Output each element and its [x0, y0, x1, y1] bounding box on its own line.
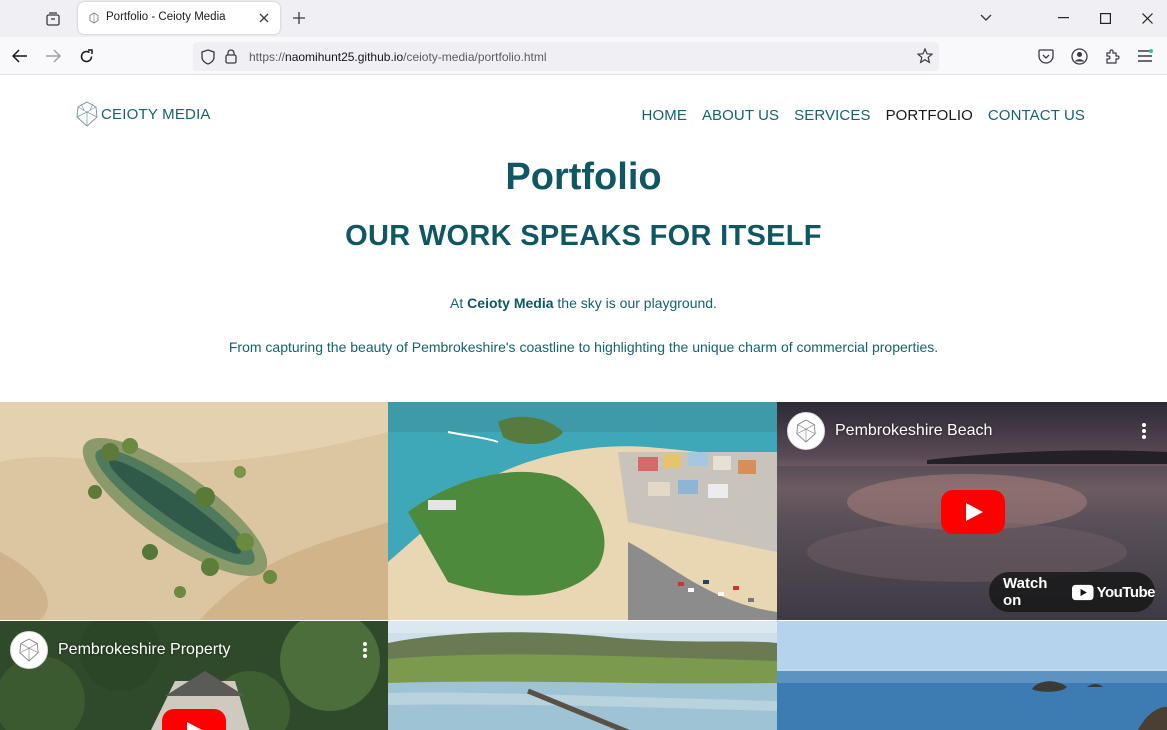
intro-brand: Ceioty Media: [467, 295, 554, 311]
channel-avatar[interactable]: [787, 412, 825, 450]
youtube-video-property[interactable]: Pembrokeshire Property: [0, 621, 388, 730]
tab-list-icon[interactable]: [40, 7, 66, 31]
account-icon[interactable]: [1069, 46, 1089, 66]
page-subtitle: OUR WORK SPEAKS FOR ITSELF: [345, 220, 822, 252]
sea-islands-photo[interactable]: [777, 621, 1167, 730]
nav-contact-us[interactable]: CONTACT US: [988, 107, 1085, 124]
minimize-window-icon[interactable]: [1043, 0, 1083, 36]
portfolio-gallery: Pembrokeshire Beach Watch on YouTube Pem…: [0, 402, 1167, 730]
video-title-2[interactable]: Pembrokeshire Property: [58, 641, 231, 659]
maximize-window-icon[interactable]: [1085, 0, 1125, 36]
forward-arrow-icon[interactable]: [42, 45, 64, 67]
nav-home[interactable]: HOME: [642, 107, 687, 124]
more-options-icon[interactable]: [1141, 422, 1147, 440]
channel-avatar-2[interactable]: [10, 631, 48, 669]
play-button-icon[interactable]: [941, 490, 1005, 534]
close-window-icon[interactable]: [1127, 0, 1167, 36]
more-options-icon-2[interactable]: [362, 641, 368, 659]
chevron-down-icon[interactable]: [976, 8, 996, 28]
brand-name: CEIOTY MEDIA: [101, 105, 211, 123]
browser-tab-bar: Portfolio - Ceioty Media: [0, 0, 1167, 37]
browser-tab[interactable]: Portfolio - Ceioty Media: [78, 2, 280, 34]
youtube-wordmark: YouTube: [1096, 583, 1156, 601]
address-bar[interactable]: https://naomihunt25.github.io/ceioty-med…: [193, 42, 939, 71]
back-arrow-icon[interactable]: [9, 45, 31, 67]
wolf-logo-icon: [76, 101, 98, 127]
video-header: Pembrokeshire Beach: [787, 412, 992, 450]
youtube-logo-icon: [1072, 584, 1094, 600]
watch-on-youtube-button[interactable]: Watch on YouTube: [989, 572, 1156, 612]
nav-services[interactable]: SERVICES: [794, 107, 870, 124]
brand-link[interactable]: CEIOTY MEDIA: [75, 100, 211, 128]
intro-before: At: [450, 295, 468, 311]
watch-on-label: Watch on: [1003, 575, 1048, 609]
close-tab-icon[interactable]: [256, 10, 272, 26]
estuary-viaduct-photo[interactable]: [388, 621, 777, 730]
web-page: CEIOTY MEDIA HOME ABOUT US SERVICES PORT…: [0, 76, 1167, 730]
intro-after: the sky is our playground.: [553, 295, 717, 311]
bookmark-star-icon[interactable]: [917, 48, 933, 64]
lock-icon[interactable]: [225, 49, 237, 64]
pocket-icon[interactable]: [1036, 46, 1056, 66]
url-scheme: https://: [249, 50, 286, 64]
nav-portfolio[interactable]: PORTFOLIO: [886, 107, 973, 124]
new-tab-plus-icon[interactable]: [289, 8, 309, 28]
menu-icon[interactable]: [1135, 46, 1155, 66]
page-title: Portfolio: [505, 156, 662, 198]
main-nav: HOME ABOUT US SERVICES PORTFOLIO CONTACT…: [642, 107, 1085, 124]
browser-toolbar: https://naomihunt25.github.io/ceioty-med…: [0, 37, 1167, 75]
tenby-harbour-photo[interactable]: [388, 402, 777, 620]
url-text: https://naomihunt25.github.io/ceioty-med…: [249, 50, 547, 64]
url-path: /ceioty-media/portfolio.html: [403, 50, 547, 64]
description-text: From capturing the beauty of Pembrokeshi…: [228, 339, 939, 355]
intro-text: At Ceioty Media the sky is our playgroun…: [0, 295, 1167, 311]
shield-icon[interactable]: [201, 49, 215, 65]
reload-icon[interactable]: [75, 45, 97, 67]
video-header-2: Pembrokeshire Property: [10, 631, 231, 669]
nav-about-us[interactable]: ABOUT US: [702, 107, 779, 124]
ceioty-favicon-icon: [89, 12, 99, 24]
url-host: naomihunt25.github.io: [285, 50, 404, 64]
play-button-icon-2[interactable]: [162, 709, 226, 730]
youtube-video-beach[interactable]: Pembrokeshire Beach Watch on YouTube: [777, 402, 1167, 620]
video-title[interactable]: Pembrokeshire Beach: [835, 422, 992, 440]
tab-title: Portfolio - Ceioty Media: [106, 11, 226, 23]
extensions-icon[interactable]: [1102, 46, 1122, 66]
dune-lagoon-photo[interactable]: [0, 402, 388, 620]
